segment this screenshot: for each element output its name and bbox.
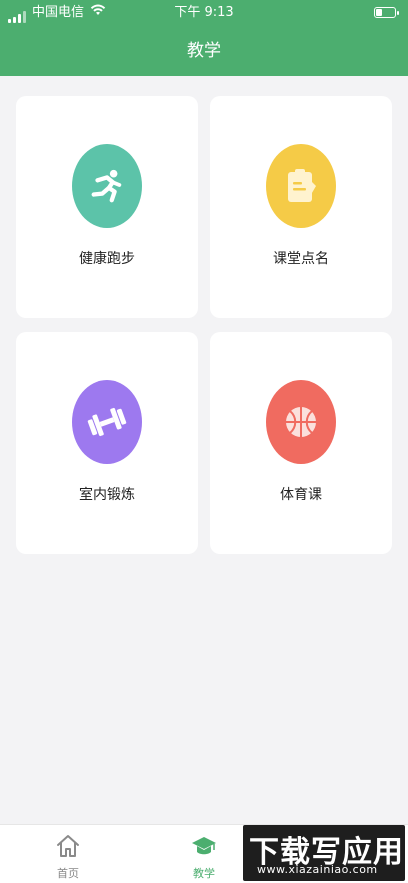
card-roll-call[interactable]: 课堂点名 bbox=[210, 96, 392, 318]
card-pe-class[interactable]: 体育课 bbox=[210, 332, 392, 554]
dumbbell-icon-badge bbox=[72, 380, 142, 464]
tab-teaching[interactable]: 教学 bbox=[164, 833, 244, 881]
clipboard-icon bbox=[288, 169, 316, 202]
status-time: 下午 9:13 bbox=[174, 5, 234, 20]
tab-teaching-label: 教学 bbox=[193, 867, 215, 880]
page-title: 教学 bbox=[187, 41, 221, 61]
battery-icon bbox=[374, 7, 399, 18]
card-indoor-exercise[interactable]: 室内锻炼 bbox=[16, 332, 198, 554]
tab-home-label: 首页 bbox=[57, 867, 79, 880]
watermark-logo: 下载写应用 www.xiazainiao.com bbox=[243, 825, 405, 881]
running-icon-badge bbox=[72, 144, 142, 228]
top-bar: 中国电信 下午 9:13 教学 bbox=[0, 0, 408, 76]
status-bar: 中国电信 下午 9:13 bbox=[0, 0, 408, 26]
tab-home[interactable]: 首页 bbox=[28, 833, 108, 881]
running-person-icon bbox=[91, 169, 122, 203]
basketball-icon-badge bbox=[266, 380, 336, 464]
watermark-url: www.xiazainiao.com bbox=[257, 863, 378, 876]
clipboard-icon-badge bbox=[266, 144, 336, 228]
dumbbell-icon bbox=[87, 407, 127, 437]
home-icon bbox=[57, 835, 79, 857]
graduation-cap-icon bbox=[192, 837, 216, 855]
basketball-icon bbox=[286, 407, 316, 437]
card-label: 健康跑步 bbox=[79, 251, 135, 267]
card-healthy-running[interactable]: 健康跑步 bbox=[16, 96, 198, 318]
card-label: 室内锻炼 bbox=[79, 487, 135, 503]
card-label: 体育课 bbox=[280, 487, 322, 503]
card-label: 课堂点名 bbox=[273, 251, 329, 267]
